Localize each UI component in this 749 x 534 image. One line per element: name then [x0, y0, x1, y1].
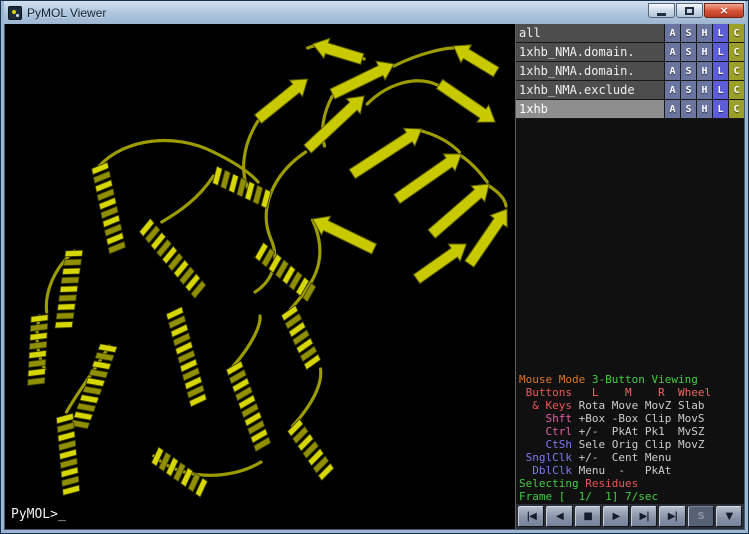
maximize-icon — [685, 7, 694, 15]
side-panel: allASHLC1xhb_NMA.domain.ASHLC1xhb_NMA.do… — [515, 24, 744, 529]
reverse-button[interactable]: ◀ — [546, 506, 572, 527]
object-s-menu-button[interactable]: S — [680, 62, 696, 80]
object-name[interactable]: 1xhb_NMA.domain. — [516, 62, 664, 80]
object-l-menu-button[interactable]: L — [712, 81, 728, 99]
viewport-3d[interactable]: PyMOL>_ — [5, 24, 515, 529]
object-h-menu-button[interactable]: H — [696, 62, 712, 80]
ctsh-line: CtSh Sele Orig Clip MovZ — [519, 438, 744, 451]
close-button[interactable]: × — [704, 3, 744, 18]
panel-collapse-button[interactable]: ▼ — [716, 506, 742, 527]
object-h-menu-button[interactable]: H — [696, 43, 712, 61]
maximize-button[interactable] — [676, 3, 703, 18]
object-name[interactable]: 1xhb_NMA.exclude — [516, 81, 664, 99]
object-row[interactable]: 1xhbASHLC — [516, 100, 744, 119]
buttons-line: Buttons L M R Wheel — [519, 386, 744, 399]
frame-line: Frame [ 1/ 1] 7/sec — [519, 490, 744, 503]
stop-button[interactable]: ■ — [575, 506, 601, 527]
object-h-menu-button[interactable]: H — [696, 81, 712, 99]
rewind-button[interactable]: |◀ — [518, 506, 544, 527]
object-a-menu-button[interactable]: A — [664, 100, 680, 118]
minimize-button[interactable] — [648, 3, 675, 18]
window-content: PyMOL>_ allASHLC1xhb_NMA.domain.ASHLC1xh… — [4, 24, 745, 530]
close-icon: × — [719, 4, 728, 17]
object-l-menu-button[interactable]: L — [712, 100, 728, 118]
object-l-menu-button[interactable]: L — [712, 43, 728, 61]
keys-line: & Keys Rota Move MovZ Slab — [519, 399, 744, 412]
window-title: PyMOL Viewer — [27, 6, 106, 20]
window-controls: × — [648, 3, 744, 18]
minimize-icon — [657, 13, 666, 16]
object-h-menu-button[interactable]: H — [696, 24, 712, 42]
object-l-menu-button[interactable]: L — [712, 24, 728, 42]
object-name[interactable]: all — [516, 24, 664, 42]
playback-bar: |◀◀■▶▶|▶|S▼ — [516, 504, 744, 529]
object-c-menu-button[interactable]: C — [728, 62, 744, 80]
dblclk-line: DblClk Menu - PkAt — [519, 464, 744, 477]
ctrl-line: Ctrl +/- PkAt Pk1 MvSZ — [519, 425, 744, 438]
panel-spacer — [516, 119, 744, 371]
object-c-menu-button[interactable]: C — [728, 43, 744, 61]
object-name[interactable]: 1xhb — [516, 100, 664, 118]
object-s-menu-button[interactable]: S — [680, 81, 696, 99]
object-row[interactable]: 1xhb_NMA.excludeASHLC — [516, 81, 744, 100]
selecting-line[interactable]: Selecting Residues — [519, 477, 744, 490]
scene-button[interactable]: S — [688, 506, 714, 527]
object-l-menu-button[interactable]: L — [712, 62, 728, 80]
command-prompt[interactable]: PyMOL>_ — [11, 507, 66, 522]
snglclk-line: SnglClk +/- Cent Menu — [519, 451, 744, 464]
object-panel: allASHLC1xhb_NMA.domain.ASHLC1xhb_NMA.do… — [516, 24, 744, 119]
end-button[interactable]: ▶| — [659, 506, 685, 527]
forward-button[interactable]: ▶| — [631, 506, 657, 527]
object-a-menu-button[interactable]: A — [664, 43, 680, 61]
object-a-menu-button[interactable]: A — [664, 81, 680, 99]
object-s-menu-button[interactable]: S — [680, 24, 696, 42]
shft-line: Shft +Box -Box Clip MovS — [519, 412, 744, 425]
mouse-mode-line[interactable]: Mouse Mode 3-Button Viewing — [519, 373, 744, 386]
object-c-menu-button[interactable]: C — [728, 24, 744, 42]
object-h-menu-button[interactable]: H — [696, 100, 712, 118]
play-button[interactable]: ▶ — [603, 506, 629, 527]
pymol-window: PyMOL Viewer × PyMOL>_ allASHLC1xhb_NMA.… — [0, 0, 749, 534]
protein-structure — [5, 24, 515, 529]
pymol-app-icon[interactable] — [8, 6, 22, 20]
object-c-menu-button[interactable]: C — [728, 100, 744, 118]
object-row[interactable]: 1xhb_NMA.domain.ASHLC — [516, 43, 744, 62]
object-a-menu-button[interactable]: A — [664, 62, 680, 80]
object-name[interactable]: 1xhb_NMA.domain. — [516, 43, 664, 61]
object-s-menu-button[interactable]: S — [680, 43, 696, 61]
object-row[interactable]: 1xhb_NMA.domain.ASHLC — [516, 62, 744, 81]
title-bar[interactable]: PyMOL Viewer — [4, 1, 745, 24]
mouse-panel: Mouse Mode 3-Button Viewing Buttons L M … — [516, 371, 744, 504]
object-a-menu-button[interactable]: A — [664, 24, 680, 42]
object-row[interactable]: allASHLC — [516, 24, 744, 43]
object-s-menu-button[interactable]: S — [680, 100, 696, 118]
object-c-menu-button[interactable]: C — [728, 81, 744, 99]
